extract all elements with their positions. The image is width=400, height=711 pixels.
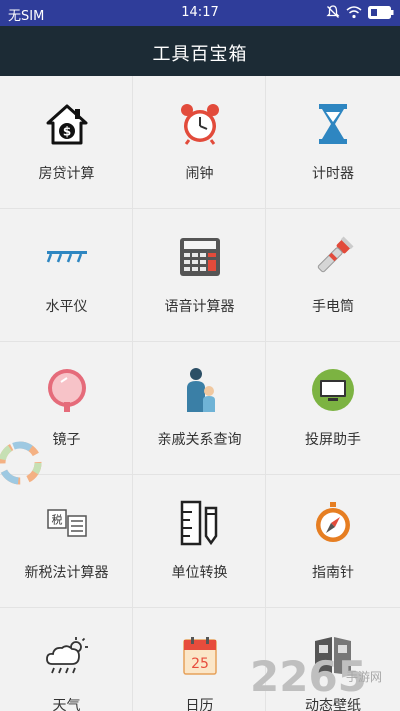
- alarm-clock-icon: [180, 104, 219, 145]
- tool-label: 手电筒: [312, 299, 354, 315]
- tool-label: 单位转换: [171, 565, 228, 581]
- tool-label: 新税法计算器: [24, 565, 109, 581]
- flashlight-icon: [317, 236, 354, 273]
- tool-label: 指南针: [312, 565, 354, 581]
- tool-label: 投屏助手: [305, 432, 361, 448]
- tool-item-weather[interactable]: 天气: [0, 608, 133, 711]
- tool-item-tax-calculator[interactable]: 税 新税法计算器: [0, 475, 133, 608]
- tool-label: 水平仪: [45, 299, 88, 315]
- tool-grid: $ 房贷计算 闹钟 计时器 水平仪 语音计算器 手电筒 镜子 亲戚关系查询 投屏…: [0, 76, 400, 711]
- tool-label: 闹钟: [185, 166, 214, 182]
- floating-ball-icon[interactable]: [0, 437, 46, 489]
- battery-icon: [368, 5, 394, 19]
- tool-item-alarm[interactable]: 闹钟: [133, 76, 266, 209]
- hourglass-icon: [319, 104, 347, 144]
- mirror-icon: [47, 369, 86, 412]
- tool-item-timer[interactable]: 计时器: [266, 76, 400, 209]
- svg-text:税: 税: [51, 513, 62, 527]
- tool-item-mortgage[interactable]: $ 房贷计算: [0, 76, 133, 209]
- page-title: 工具百宝箱: [152, 44, 248, 65]
- house-dollar-icon: $: [46, 104, 87, 145]
- tool-item-level[interactable]: 水平仪: [0, 209, 133, 342]
- tool-item-compass[interactable]: 指南针: [266, 475, 400, 608]
- wifi-icon: [346, 5, 362, 18]
- family-icon: [186, 368, 215, 412]
- mute-bell-icon: [326, 5, 340, 18]
- tool-item-screen-cast[interactable]: 投屏助手: [266, 342, 400, 475]
- level-icon: [46, 251, 87, 263]
- tool-label: 天气: [52, 698, 81, 711]
- calendar-day-text: 25: [191, 656, 209, 672]
- status-bar: 无SIM 14:17: [0, 0, 400, 26]
- app-bar: 工具百宝箱: [0, 26, 400, 76]
- tax-icon: 税: [46, 509, 87, 537]
- tool-item-relative-query[interactable]: 亲戚关系查询: [133, 342, 266, 475]
- tool-item-unit-convert[interactable]: 单位转换: [133, 475, 266, 608]
- tool-label: 房贷计算: [38, 166, 95, 182]
- weather-icon: [45, 637, 88, 674]
- tool-item-voice-calculator[interactable]: 语音计算器: [133, 209, 266, 342]
- compass-icon: [316, 502, 350, 542]
- svg-text:$: $: [62, 125, 70, 139]
- watermark-sub: 手游网: [346, 670, 383, 684]
- tool-label: 计时器: [312, 166, 354, 182]
- tool-label: 日历: [185, 698, 214, 711]
- tool-label: 亲戚关系查询: [157, 432, 242, 448]
- status-icons: [326, 5, 394, 19]
- calculator-icon: [179, 238, 220, 276]
- tool-item-flashlight[interactable]: 手电筒: [266, 209, 400, 342]
- watermark: 2265 手游网: [250, 636, 400, 711]
- calendar-icon: 25: [182, 637, 217, 675]
- unit-convert-icon: [180, 500, 217, 546]
- tool-label: 语音计算器: [164, 299, 235, 315]
- screen-cast-icon: [312, 369, 354, 411]
- tool-item-calendar[interactable]: 25 日历: [133, 608, 266, 711]
